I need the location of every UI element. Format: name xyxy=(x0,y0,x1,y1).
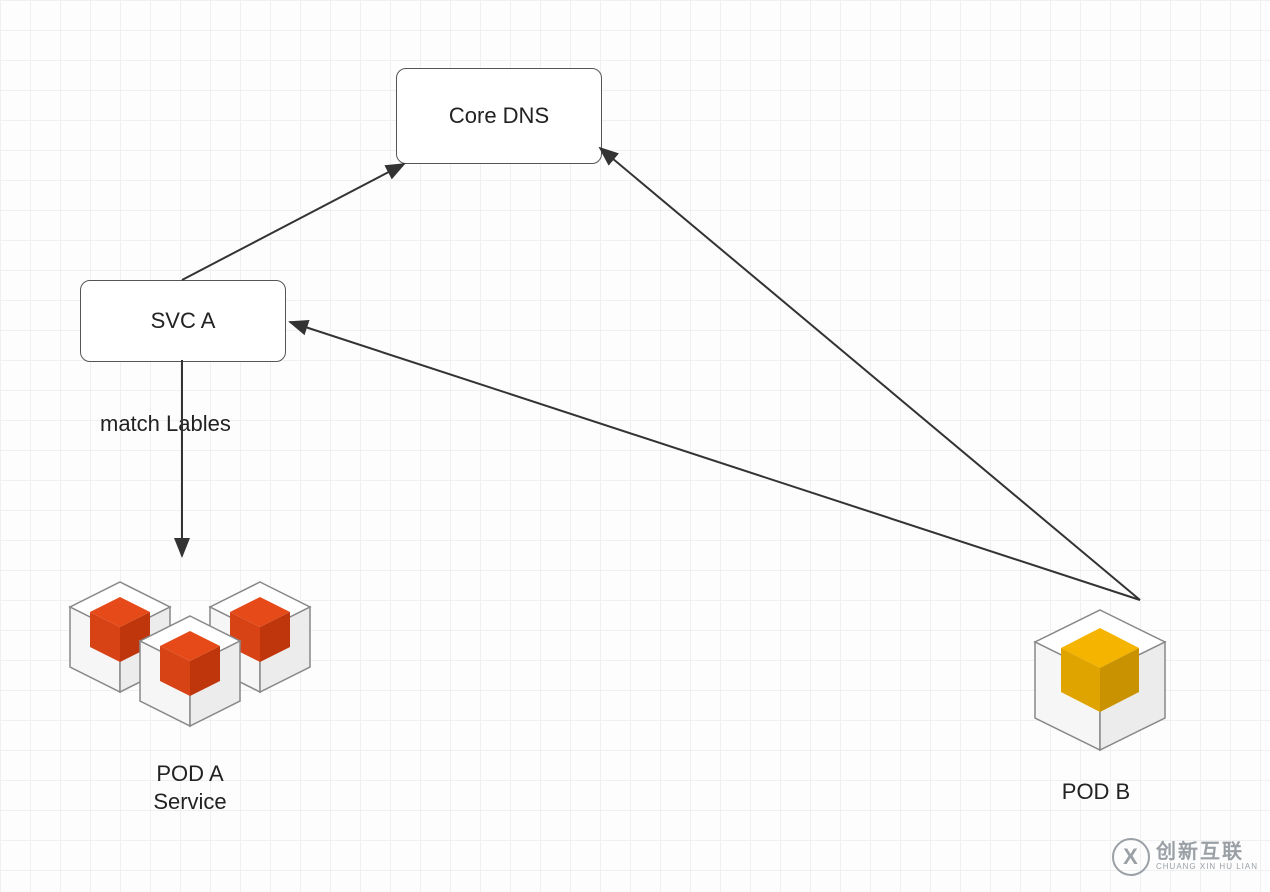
arrow-podb-to-svca xyxy=(290,322,1140,600)
node-svc-a-label: SVC A xyxy=(151,308,216,334)
node-svc-a: SVC A xyxy=(80,280,286,362)
pod-b-label: POD B xyxy=(1036,778,1156,806)
pod-a-cubes xyxy=(60,560,320,760)
watermark-logo-text: X xyxy=(1123,844,1139,870)
arrow-svc-to-coredns xyxy=(182,164,404,280)
watermark-logo-icon: X xyxy=(1112,838,1150,876)
pod-b-cube xyxy=(1020,600,1180,770)
edge-label-match-lables: match Lables xyxy=(100,410,270,438)
watermark: X 创新互联 CHUANG XIN HU LIAN xyxy=(1112,838,1258,876)
arrow-podb-to-coredns xyxy=(600,148,1140,600)
diagram-canvas: { "nodes": { "core_dns": { "label": "Cor… xyxy=(0,0,1270,892)
node-core-dns-label: Core DNS xyxy=(449,103,549,129)
watermark-line2: CHUANG XIN HU LIAN xyxy=(1156,863,1258,871)
pod-a-label: POD A Service xyxy=(110,760,270,815)
node-core-dns: Core DNS xyxy=(396,68,602,164)
watermark-line1: 创新互联 xyxy=(1156,842,1258,863)
